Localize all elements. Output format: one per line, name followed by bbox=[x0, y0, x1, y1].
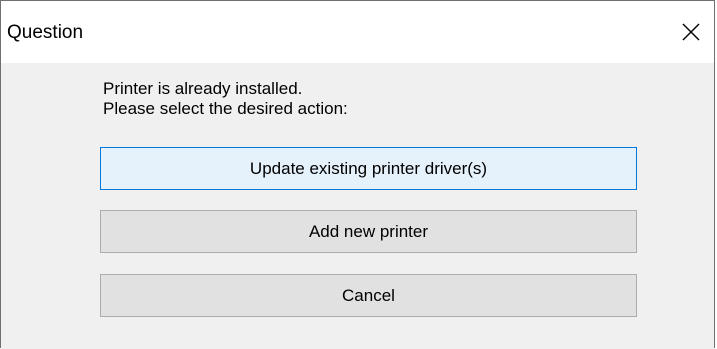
dialog-title: Question bbox=[7, 22, 84, 43]
cancel-button[interactable]: Cancel bbox=[100, 274, 637, 317]
question-dialog: Question Printer is already installed. P… bbox=[0, 0, 715, 349]
message-line-1: Printer is already installed. bbox=[103, 79, 303, 98]
close-icon bbox=[682, 23, 700, 41]
dialog-body: Printer is already installed. Please sel… bbox=[1, 63, 714, 349]
message-line-2: Please select the desired action: bbox=[103, 99, 348, 118]
close-button[interactable] bbox=[668, 1, 714, 63]
add-printer-button[interactable]: Add new printer bbox=[100, 210, 637, 253]
update-driver-button[interactable]: Update existing printer driver(s) bbox=[100, 147, 637, 190]
message-text: Printer is already installed. Please sel… bbox=[103, 79, 348, 119]
title-bar: Question bbox=[1, 1, 714, 63]
